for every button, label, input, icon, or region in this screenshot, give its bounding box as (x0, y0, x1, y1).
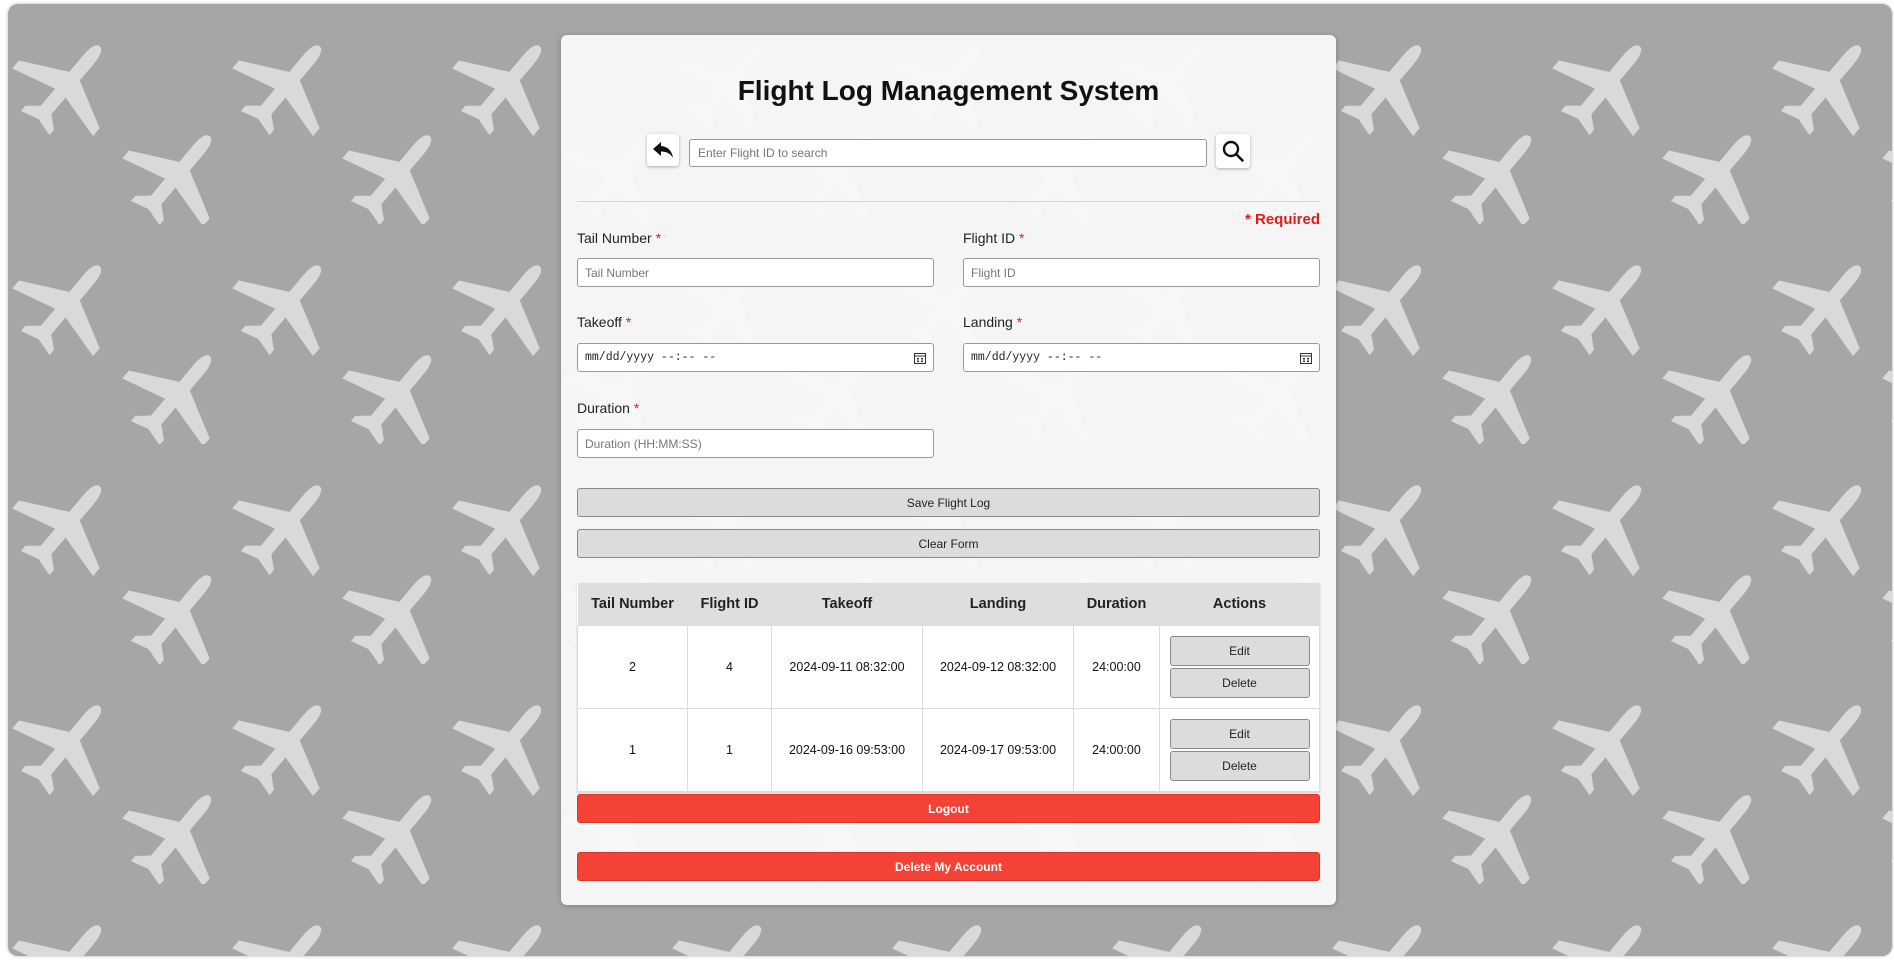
table-row: 2 4 2024-09-11 08:32:00 2024-09-12 08:32… (577, 625, 1320, 709)
magnifier-icon (1222, 140, 1244, 162)
required-star: * (655, 230, 662, 246)
required-star: * (1016, 314, 1023, 330)
duration-label: Duration * (577, 400, 639, 416)
flight-id-input[interactable]: Flight ID (963, 258, 1320, 287)
calendar-icon[interactable] (914, 352, 926, 364)
duration-input[interactable]: Duration (HH:MM:SS) (577, 429, 934, 458)
required-star: * (625, 314, 632, 330)
tail-number-label-text: Tail Number (577, 230, 652, 246)
cell-takeoff: 2024-09-16 09:53:00 (771, 708, 923, 792)
table-row: 1 1 2024-09-16 09:53:00 2024-09-17 09:53… (577, 708, 1320, 792)
column-header-landing: Landing (922, 583, 1074, 626)
flight-log-card: Flight Log Management System * Required … (561, 35, 1336, 905)
cell-landing: 2024-09-12 08:32:00 (922, 625, 1074, 709)
takeoff-value: mm/dd/yyyy --:-- -- (585, 351, 717, 364)
flight-log-table: Tail Number Flight ID Takeoff Landing Du… (577, 583, 1320, 792)
cell-duration: 24:00:00 (1073, 625, 1160, 709)
cell-actions: Edit Delete (1159, 625, 1320, 709)
duration-placeholder: Duration (HH:MM:SS) (585, 436, 702, 451)
back-arrow-icon (653, 142, 673, 158)
required-star: * (633, 400, 640, 416)
landing-label-text: Landing (963, 314, 1013, 330)
cell-tail-number: 2 (577, 625, 688, 709)
save-flight-log-button[interactable]: Save Flight Log (577, 488, 1320, 517)
logout-button[interactable]: Logout (577, 794, 1320, 823)
search-button[interactable] (1216, 134, 1250, 168)
delete-account-button[interactable]: Delete My Account (577, 852, 1320, 881)
cell-flight-id: 1 (687, 708, 772, 792)
calendar-icon[interactable] (1300, 352, 1312, 364)
takeoff-datetime-input[interactable]: mm/dd/yyyy --:-- -- (577, 343, 934, 372)
cell-flight-id: 4 (687, 625, 772, 709)
column-header-actions: Actions (1159, 583, 1320, 626)
flight-id-placeholder: Flight ID (971, 265, 1016, 280)
back-button[interactable] (647, 134, 679, 166)
cell-takeoff: 2024-09-11 08:32:00 (771, 625, 923, 709)
required-note: * Required (1244, 211, 1320, 228)
flight-id-label-text: Flight ID (963, 230, 1016, 246)
column-header-duration: Duration (1073, 583, 1160, 626)
cell-duration: 24:00:00 (1073, 708, 1160, 792)
tail-number-label: Tail Number * (577, 230, 661, 246)
cell-tail-number: 1 (577, 708, 688, 792)
takeoff-label: Takeoff * (577, 314, 631, 330)
flight-id-label: Flight ID * (963, 230, 1024, 246)
table-header-row: Tail Number Flight ID Takeoff Landing Du… (577, 583, 1320, 626)
edit-button[interactable]: Edit (1169, 719, 1310, 749)
divider (577, 201, 1320, 202)
landing-value: mm/dd/yyyy --:-- -- (971, 351, 1103, 364)
edit-button[interactable]: Edit (1169, 636, 1310, 666)
flight-id-search-input[interactable] (689, 139, 1207, 167)
column-header-takeoff: Takeoff (771, 583, 923, 626)
required-star: * (1019, 230, 1025, 246)
takeoff-label-text: Takeoff (577, 314, 622, 330)
tail-number-input[interactable]: Tail Number (577, 258, 934, 287)
duration-label-text: Duration (577, 400, 630, 416)
cell-landing: 2024-09-17 09:53:00 (922, 708, 1074, 792)
clear-form-button[interactable]: Clear Form (577, 529, 1320, 558)
tail-number-placeholder: Tail Number (585, 265, 650, 280)
column-header-tail-number: Tail Number (577, 583, 688, 626)
delete-button[interactable]: Delete (1169, 751, 1310, 781)
cell-actions: Edit Delete (1159, 708, 1320, 792)
landing-datetime-input[interactable]: mm/dd/yyyy --:-- -- (963, 343, 1320, 372)
landing-label: Landing * (963, 314, 1022, 330)
page-title: Flight Log Management System (737, 75, 1160, 106)
column-header-flight-id: Flight ID (687, 583, 772, 626)
delete-button[interactable]: Delete (1169, 668, 1310, 698)
